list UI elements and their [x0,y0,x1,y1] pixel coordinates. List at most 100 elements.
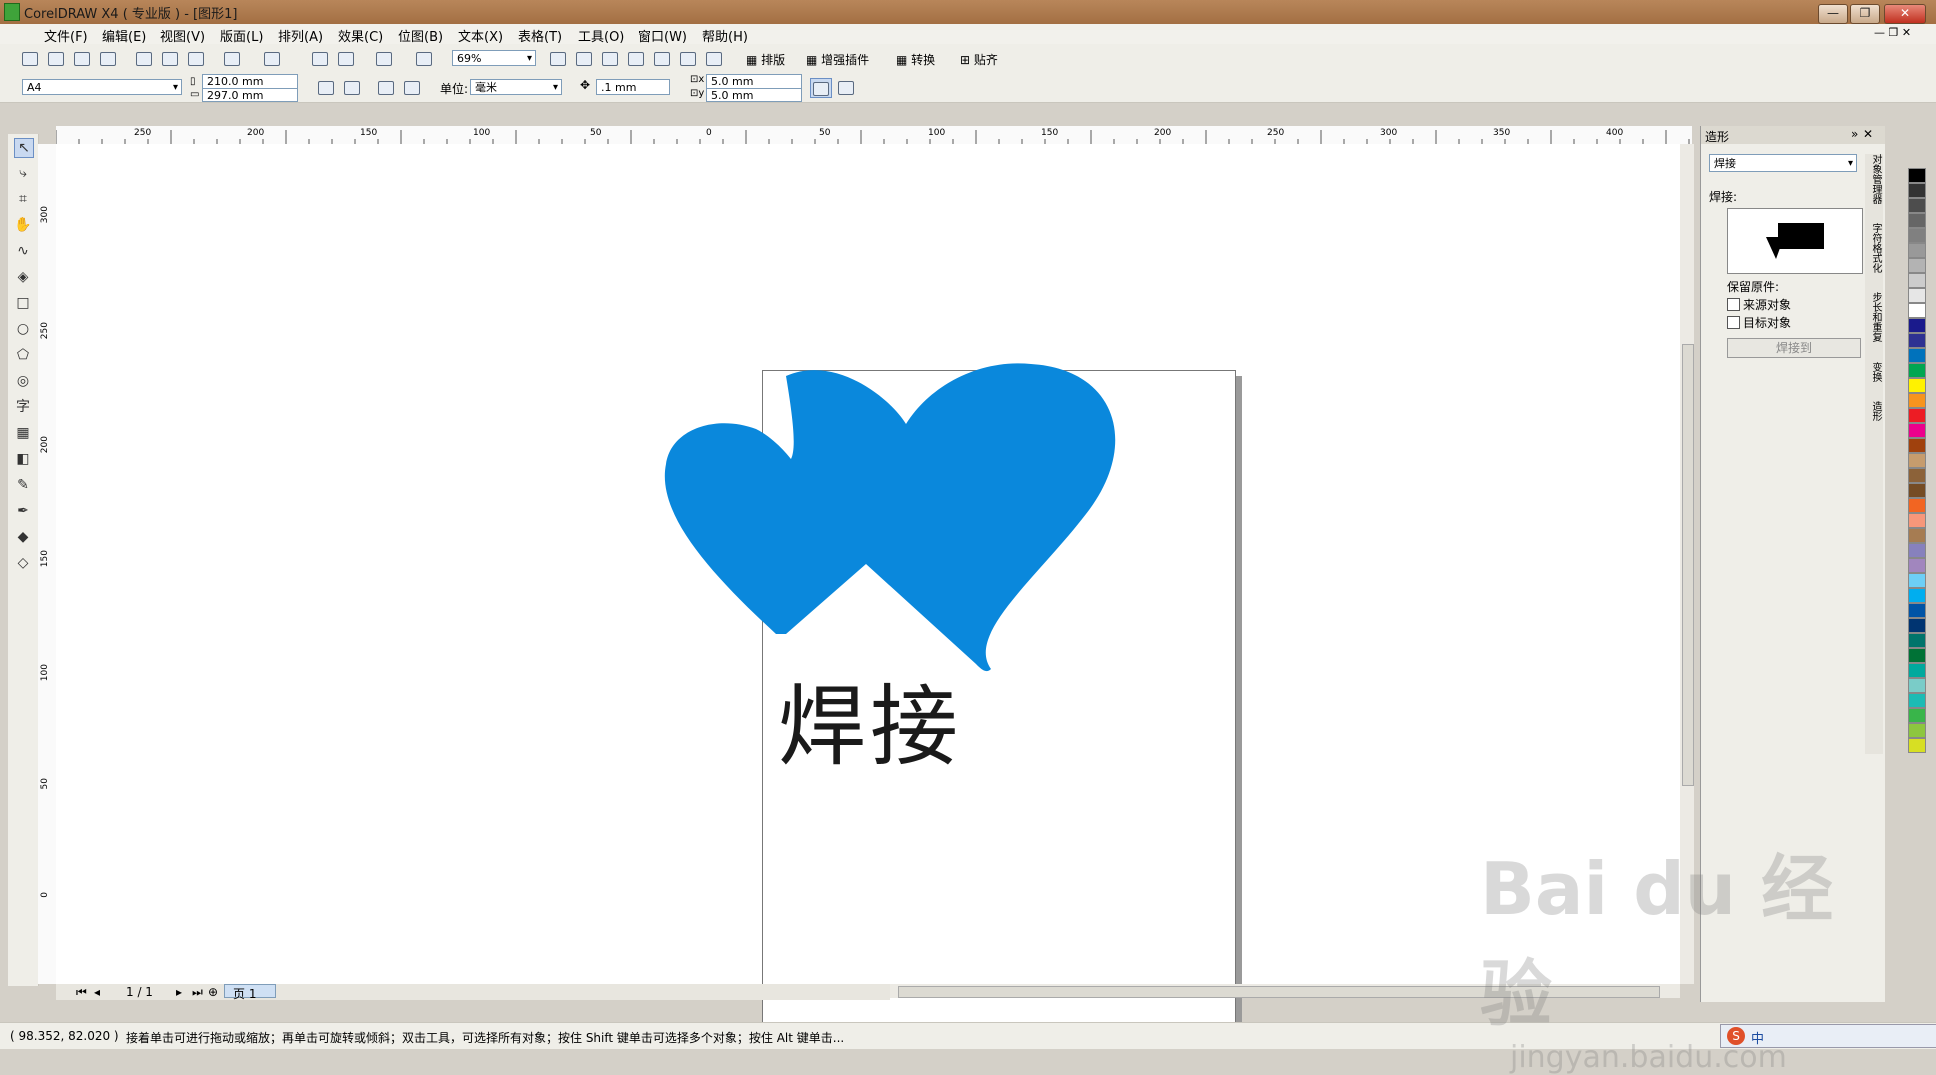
new-button[interactable] [20,49,40,67]
zoom-height-button[interactable] [704,49,724,67]
palette-swatch[interactable] [1908,303,1926,318]
paste-button[interactable] [186,49,206,67]
palette-swatch[interactable] [1908,423,1926,438]
vertical-scroll-thumb[interactable] [1682,344,1694,786]
palette-swatch[interactable] [1908,438,1926,453]
menu-help[interactable]: 帮助(H) [702,26,748,45]
palette-swatch[interactable] [1908,693,1926,708]
palette-swatch[interactable] [1908,258,1926,273]
menu-layout[interactable]: 版面(L) [220,26,263,45]
palette-swatch[interactable] [1908,558,1926,573]
palette-swatch[interactable] [1908,663,1926,678]
text-tool-icon[interactable]: 字 [14,398,32,416]
welcome-screen-button[interactable] [414,49,434,67]
page-height-field[interactable]: 297.0 mm [202,88,298,102]
close-button[interactable]: ✕ [1884,4,1926,24]
zoom-page-button[interactable] [652,49,672,67]
palette-swatch[interactable] [1908,603,1926,618]
eyedropper-icon[interactable]: ✎ [14,476,32,494]
palette-swatch[interactable] [1908,318,1926,333]
paper-size-select[interactable]: A4 [22,79,182,96]
menu-edit[interactable]: 编辑(E) [102,26,146,45]
docker-close-icon[interactable]: ✕ [1863,127,1873,141]
palette-swatch[interactable] [1908,528,1926,543]
undo-button[interactable] [222,49,242,67]
palette-swatch[interactable] [1908,498,1926,513]
palette-swatch[interactable] [1908,273,1926,288]
page-tab[interactable]: 页 1 [224,984,276,1001]
zoom-width-button[interactable] [678,49,698,67]
side-tab-shaping[interactable]: 造形 [1870,401,1881,421]
rectangle-tool-icon[interactable]: □ [14,294,32,312]
first-page-button[interactable]: ⏮ [76,985,87,1000]
source-object-checkbox[interactable] [1727,298,1740,311]
interactive-fill-icon[interactable]: ◇ [14,554,32,572]
current-page-button[interactable] [402,78,422,96]
palette-swatch[interactable] [1908,288,1926,303]
palette-swatch[interactable] [1908,363,1926,378]
zoom-in-button[interactable] [548,49,568,67]
doc-window-controls[interactable]: — ❐ ✕ [1874,26,1911,39]
open-button[interactable] [46,49,66,67]
horizontal-ruler[interactable]: 250 200 150 100 50 0 50 100 150 200 250 … [56,126,1692,145]
add-page-button[interactable]: ⊕ [208,985,218,999]
palette-swatch[interactable] [1908,213,1926,228]
menu-view[interactable]: 视图(V) [160,26,205,45]
shape-tool-icon[interactable]: ⤷ [14,164,32,182]
menu-window[interactable]: 窗口(W) [638,26,687,45]
interactive-blend-icon[interactable]: ◧ [14,450,32,468]
target-object-checkbox[interactable] [1727,316,1740,329]
page-width-field[interactable]: 210.0 mm [202,74,298,89]
palette-swatch[interactable] [1908,723,1926,738]
palette-swatch[interactable] [1908,633,1926,648]
palette-swatch[interactable] [1908,348,1926,363]
side-tab-transform[interactable]: 变换 [1870,362,1881,382]
vertical-ruler[interactable]: 300 250 200 150 100 50 0 [38,144,57,984]
print-button[interactable] [98,49,118,67]
landscape-button[interactable] [342,78,362,96]
menu-effects[interactable]: 效果(C) [338,26,383,45]
restore-button[interactable]: ❐ [1850,4,1880,24]
import-button[interactable] [310,49,330,67]
save-button[interactable] [72,49,92,67]
enhance-plugin-button[interactable]: ▦ 增强插件 [806,51,869,68]
drawing-canvas[interactable]: 焊接 [56,144,1680,1040]
palette-swatch[interactable] [1908,708,1926,723]
menu-table[interactable]: 表格(T) [518,26,562,45]
palette-swatch[interactable] [1908,588,1926,603]
shaping-mode-select[interactable]: 焊接 [1709,154,1857,173]
docker-collapse-icon[interactable]: » [1851,127,1858,141]
palette-swatch[interactable] [1908,648,1926,663]
palette-swatch[interactable] [1908,333,1926,348]
palette-swatch[interactable] [1908,183,1926,198]
copy-button[interactable] [160,49,180,67]
palette-swatch[interactable] [1908,198,1926,213]
palette-swatch[interactable] [1908,678,1926,693]
nudge-distance-field[interactable]: .1 mm [596,79,670,95]
minimize-button[interactable]: — [1818,4,1848,24]
palette-swatch[interactable] [1908,243,1926,258]
side-tab-character[interactable]: 字符格式化 [1870,223,1881,273]
last-page-button[interactable]: ⏭ [192,985,203,1000]
table-tool-icon[interactable]: ▦ [14,424,32,442]
cut-button[interactable] [134,49,154,67]
layout-plugin-button[interactable]: ▦ 排版 [746,51,785,68]
zoom-level-select[interactable]: 69% [452,50,536,67]
ellipse-tool-icon[interactable]: ○ [14,320,32,338]
application-launcher-button[interactable] [374,49,394,67]
palette-swatch[interactable] [1908,483,1926,498]
outline-pen-icon[interactable]: ✒ [14,502,32,520]
welded-heart-shape[interactable] [664,363,1116,672]
weld-to-button[interactable]: 焊接到 [1727,338,1861,358]
palette-swatch[interactable] [1908,468,1926,483]
menu-file[interactable]: 文件(F) [44,26,88,45]
palette-swatch[interactable] [1908,573,1926,588]
side-tab-step-repeat[interactable]: 步长和重复 [1870,292,1881,342]
convert-button[interactable]: ▦ 转换 [896,51,935,68]
pick-tool-icon[interactable]: ↖ [14,138,34,158]
canvas-text-weld[interactable]: 焊接 [778,656,962,783]
next-page-button[interactable]: ▸ [176,985,182,999]
palette-swatch[interactable] [1908,228,1926,243]
palette-swatch[interactable] [1908,393,1926,408]
side-tab-object-manager[interactable]: 对象管理器 [1870,154,1881,204]
